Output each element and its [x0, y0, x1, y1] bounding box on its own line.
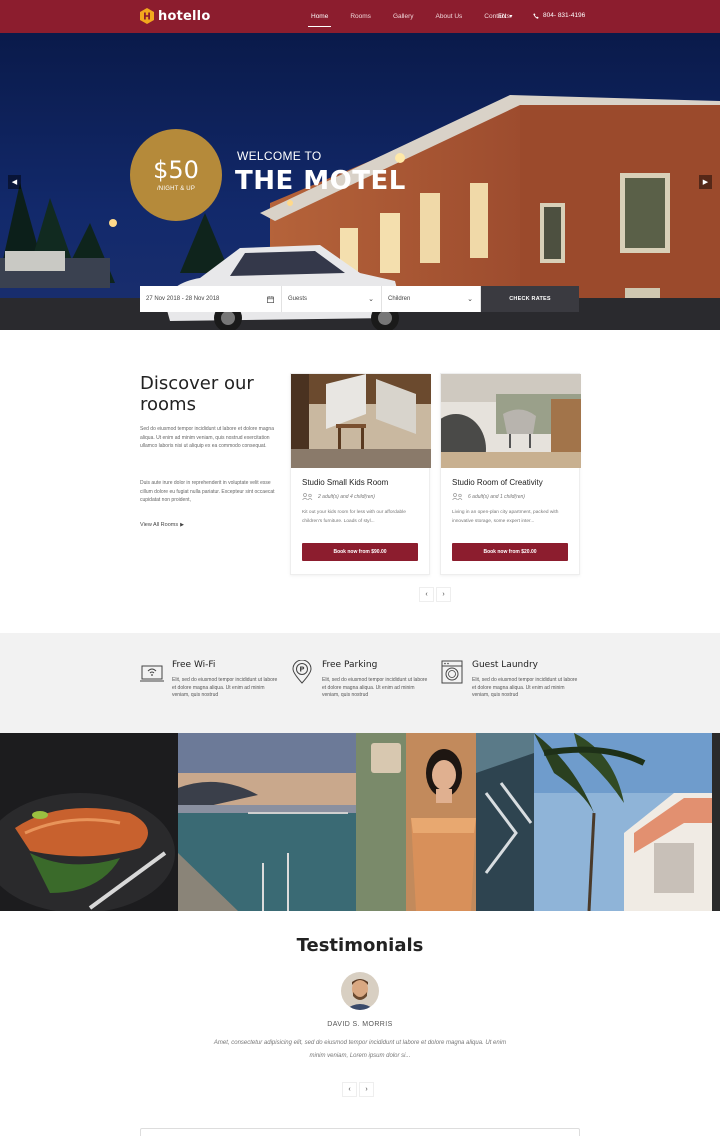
- testimonial-next-button[interactable]: ›: [359, 1082, 374, 1097]
- hero-next-arrow[interactable]: ▶: [699, 175, 712, 189]
- bottom-panel: [140, 1128, 580, 1136]
- logo[interactable]: hotello: [140, 8, 210, 24]
- price-badge: $50 /NIGHT & UP: [130, 129, 222, 221]
- phone-icon: [533, 12, 539, 19]
- washing-machine-icon: [441, 660, 463, 684]
- view-all-label: View All Rooms: [140, 522, 179, 528]
- room-photo: [441, 374, 581, 468]
- room-card[interactable]: Studio Room of Creativity 6 adult(s) and…: [440, 373, 581, 575]
- amenity-title: Free Parking: [322, 660, 378, 670]
- avatar: [341, 972, 379, 1010]
- language-select[interactable]: EN ▾: [498, 13, 513, 21]
- view-all-rooms-link[interactable]: View All Rooms ▶: [140, 522, 184, 528]
- book-now-button[interactable]: Book now from $20.00: [452, 543, 568, 561]
- amenity-title: Guest Laundry: [472, 660, 538, 670]
- wifi-laptop-icon: [140, 665, 164, 682]
- testimonial-prev-button[interactable]: ‹: [342, 1082, 357, 1097]
- svg-text:P: P: [299, 666, 304, 674]
- check-rates-button[interactable]: CHECK RATES: [481, 286, 579, 312]
- nav-home[interactable]: Home: [308, 10, 332, 27]
- date-range-value: 27 Nov 2018 - 28 Nov 2018: [146, 296, 220, 302]
- chevron-down-icon: ▾: [509, 14, 513, 20]
- children-label: Children: [388, 296, 411, 302]
- top-header: hotello Home Rooms Gallery About Us Cont…: [0, 0, 720, 33]
- room-name: Studio Room of Creativity: [452, 478, 543, 487]
- book-now-button[interactable]: Book now from $90.00: [302, 543, 418, 561]
- guests-icon: [452, 493, 463, 500]
- testimonial-author: DAVID S. MORRIS: [327, 1021, 393, 1028]
- rooms-intro-text-2: Duis aute irure dolor in reprehenderit i…: [140, 480, 275, 503]
- hero-welcome: WELCOME TO: [237, 149, 322, 163]
- amenity-text: Elit, sed do eiusmod tempor incididunt u…: [472, 677, 578, 698]
- page: hotello Home Rooms Gallery About Us Cont…: [0, 0, 720, 1136]
- hero-prev-arrow[interactable]: ◀: [8, 175, 21, 189]
- gallery-food-photo[interactable]: [0, 733, 178, 911]
- room-photo: [291, 374, 431, 468]
- room-guests-text: 2 adult(s) and 4 child(ren): [318, 493, 375, 500]
- amenity-text: Elit, sed do eiusmod tempor incididunt u…: [172, 677, 278, 698]
- testimonials-title: Testimonials: [296, 935, 424, 956]
- gallery-guest-photo[interactable]: [356, 733, 534, 911]
- phone-number: 804- 831-4196: [543, 12, 586, 19]
- testimonials-pager: ‹ ›: [342, 1082, 374, 1097]
- nav-about[interactable]: About Us: [433, 10, 466, 23]
- booking-form: 27 Nov 2018 - 28 Nov 2018 Guests ⌄ Child…: [140, 286, 579, 312]
- gallery-building-photo[interactable]: [534, 733, 720, 911]
- room-guests: 6 adult(s) and 1 child(ren): [452, 493, 525, 500]
- hero-banner: $50 /NIGHT & UP WELCOME TO THE MOTEL ◀ ▶…: [0, 33, 720, 330]
- room-guests: 2 adult(s) and 4 child(ren): [302, 493, 375, 500]
- caret-right-icon: ▶: [180, 522, 184, 528]
- calendar-icon: [267, 295, 274, 303]
- main-nav: Home Rooms Gallery About Us Contacts: [308, 0, 529, 33]
- amenities-section: Free Wi-Fi Elit, sed do eiusmod tempor i…: [0, 633, 720, 733]
- amenity-title: Free Wi-Fi: [172, 660, 216, 670]
- nav-gallery[interactable]: Gallery: [390, 10, 417, 23]
- room-description: Living in an open-plan city apartment, p…: [452, 510, 559, 524]
- price-note: /NIGHT & UP: [156, 186, 196, 192]
- guests-select[interactable]: Guests ⌄: [282, 286, 382, 312]
- children-select[interactable]: Children ⌄: [382, 286, 481, 312]
- parking-pin-icon: P: [292, 660, 312, 684]
- rooms-prev-button[interactable]: ‹: [419, 587, 434, 602]
- guests-icon: [302, 493, 313, 500]
- language-label: EN: [498, 13, 507, 20]
- guests-label: Guests: [288, 296, 308, 302]
- date-range-field[interactable]: 27 Nov 2018 - 28 Nov 2018: [140, 286, 282, 312]
- photo-gallery: [0, 733, 720, 911]
- rooms-next-button[interactable]: ›: [436, 587, 451, 602]
- amenity-text: Elit, sed do eiusmod tempor incididunt u…: [322, 677, 428, 698]
- price-amount: $50: [153, 156, 199, 184]
- testimonial-quote: Amet, consectetur adipisicing elit, sed …: [213, 1040, 507, 1059]
- room-card[interactable]: Studio Small Kids Room 2 adult(s) and 4 …: [290, 373, 431, 575]
- brand-name: hotello: [158, 8, 211, 24]
- logo-icon: [140, 8, 154, 24]
- rooms-pager: ‹ ›: [419, 587, 451, 602]
- hero-title: THE MOTEL: [235, 166, 406, 196]
- room-guests-text: 6 adult(s) and 1 child(ren): [468, 493, 525, 500]
- rooms-section-title: Discover our rooms: [140, 373, 254, 415]
- rooms-intro-text-1: Sed do eiusmod tempor incididunt ut labo…: [140, 426, 274, 449]
- room-name: Studio Small Kids Room: [302, 478, 389, 487]
- phone-contact[interactable]: 804- 831-4196: [533, 12, 585, 19]
- room-description: Kit out your kids room for less with our…: [302, 510, 406, 524]
- gallery-pool-photo[interactable]: [178, 733, 356, 911]
- chevron-down-icon: ⌄: [467, 296, 473, 303]
- nav-rooms[interactable]: Rooms: [347, 10, 374, 23]
- chevron-down-icon: ⌄: [368, 296, 374, 303]
